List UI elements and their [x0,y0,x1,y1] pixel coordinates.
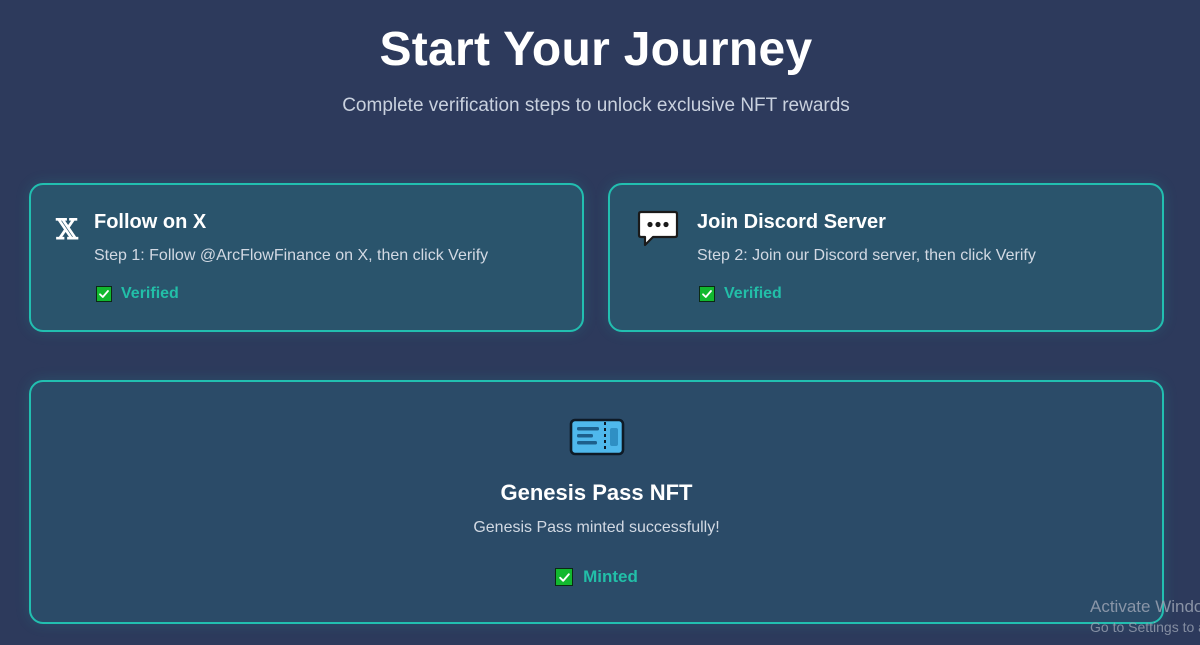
checkmark-icon [96,286,112,302]
page-title: Start Your Journey [379,23,813,76]
step-card-follow-x[interactable]: 𝕏 Follow on X Step 1: Follow @ArcFlowFin… [29,183,584,332]
reward-status: Minted [31,567,1162,587]
x-logo-icon: 𝕏 [56,212,78,246]
step-title: Follow on X [94,211,207,233]
status-label: Verified [121,285,179,302]
watermark-title: Activate Windows [1090,597,1200,616]
reward-title: Genesis Pass NFT [500,480,693,505]
ticket-icon [568,416,626,458]
watermark-subtitle: Go to Settings to activate Windows. [1090,619,1200,635]
status-label: Minted [583,567,638,586]
checkmark-icon [555,568,574,586]
step-status: Verified [699,285,782,303]
speech-bubble-icon [636,209,680,249]
checkmark-icon [699,286,715,302]
step-title: Join Discord Server [697,211,886,233]
status-label: Verified [724,285,782,302]
page-subtitle: Complete verification steps to unlock ex… [342,95,850,116]
reward-description: Genesis Pass minted successfully! [473,519,720,536]
step-description: Step 2: Join our Discord server, then cl… [697,247,1036,264]
nft-reward-card: Genesis Pass NFT Genesis Pass minted suc… [29,380,1164,624]
windows-activation-watermark: Activate Windows Go to Settings to activ… [1090,597,1200,635]
step-card-join-discord[interactable]: Join Discord Server Step 2: Join our Dis… [608,183,1164,332]
step-status: Verified [96,285,179,303]
step-description: Step 1: Follow @ArcFlowFinance on X, the… [94,247,489,264]
